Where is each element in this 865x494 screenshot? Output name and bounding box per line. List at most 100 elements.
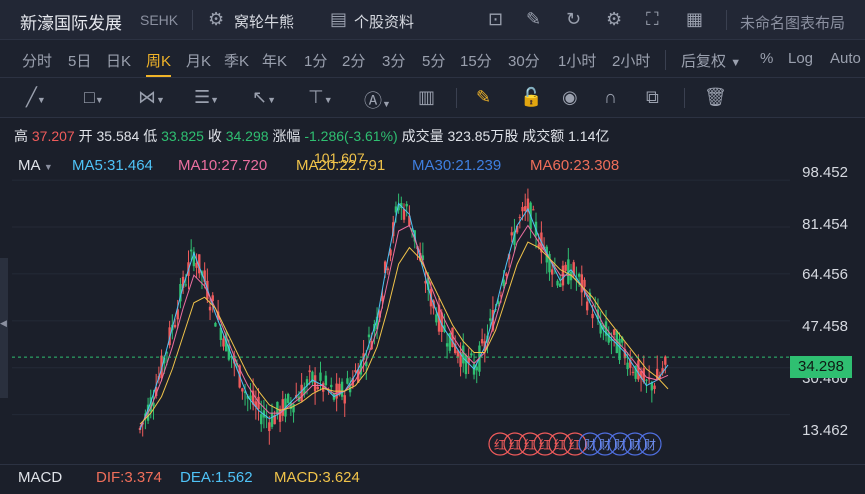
period-tab-4[interactable]: 月K bbox=[186, 50, 211, 71]
period-tab-9[interactable]: 3分 bbox=[382, 50, 405, 71]
company-info-link[interactable]: 个股资料 bbox=[354, 11, 414, 32]
indicator-icon[interactable]: ▥ bbox=[418, 87, 435, 108]
edit-icon[interactable]: ✎ bbox=[526, 9, 541, 30]
period-tab-5[interactable]: 季K bbox=[224, 50, 249, 71]
period-tab-11[interactable]: 15分 bbox=[460, 50, 492, 71]
candle-body bbox=[346, 378, 349, 384]
lock-icon[interactable]: 🔓 bbox=[520, 87, 542, 108]
divider bbox=[726, 10, 727, 30]
candle-body bbox=[585, 301, 589, 311]
macd-label: MACD bbox=[18, 469, 63, 486]
top-bar: 新濠国际发展 SEHK ⚙ 窝轮牛熊 ▤ 个股资料 ⊡ ✎ ↻ ⚙ ⛶ ▦ 未命… bbox=[0, 0, 865, 40]
period-tab-2[interactable]: 日K bbox=[106, 50, 131, 71]
candle-body bbox=[462, 345, 465, 364]
candle-body bbox=[559, 283, 562, 288]
candle-body bbox=[286, 394, 290, 403]
candle-body bbox=[268, 422, 271, 432]
period-tab-14[interactable]: 2小时 bbox=[612, 50, 650, 71]
divider bbox=[684, 88, 685, 108]
log-toggle[interactable]: Log bbox=[788, 50, 813, 67]
current-price-tag: 34.298 bbox=[790, 356, 852, 378]
eye-icon[interactable]: ◉ bbox=[562, 87, 578, 108]
document-icon: ▤ bbox=[330, 9, 348, 29]
candle-body bbox=[300, 384, 303, 402]
text-tool-icon[interactable]: Ⓐ▼ bbox=[364, 87, 391, 113]
candlestick-chart[interactable]: 红红红红红红财财财财财 bbox=[0, 148, 790, 464]
period-tab-10[interactable]: 5分 bbox=[422, 50, 445, 71]
period-tab-1[interactable]: 5日 bbox=[68, 50, 91, 71]
adjust-dropdown[interactable]: 后复权 ▼ bbox=[681, 50, 741, 71]
market-code: SEHK bbox=[140, 12, 179, 28]
dif-value: DIF:3.374 bbox=[96, 469, 162, 486]
period-tab-0[interactable]: 分时 bbox=[22, 50, 52, 71]
chevron-left-icon[interactable]: ◀ bbox=[0, 318, 7, 329]
high-label: 高 bbox=[14, 128, 28, 144]
candle-body bbox=[435, 314, 438, 323]
candle-body bbox=[556, 280, 559, 286]
candle-body bbox=[321, 383, 325, 392]
candle-body bbox=[189, 249, 193, 252]
macd-value: MACD:3.624 bbox=[274, 469, 360, 486]
quote-summary: 高 37.207 开 35.584 低 33.825 收 34.298 涨幅 -… bbox=[14, 126, 609, 146]
refresh-icon[interactable]: ↻ bbox=[566, 9, 581, 30]
pattern-tool-icon[interactable]: ⋈▼ bbox=[138, 87, 165, 108]
open-value: 35.584 bbox=[96, 128, 140, 144]
arrow-tool-icon[interactable]: ↖▼ bbox=[252, 87, 276, 108]
fibonacci-tool-icon[interactable]: ☰▼ bbox=[194, 87, 219, 108]
candle-body bbox=[580, 274, 583, 293]
candle-body bbox=[222, 338, 225, 347]
low-label: 低 bbox=[143, 128, 158, 144]
period-tab-3[interactable]: 周K bbox=[146, 50, 172, 77]
auto-toggle[interactable]: Auto bbox=[830, 50, 861, 67]
candle-body bbox=[402, 209, 406, 220]
period-tab-7[interactable]: 1分 bbox=[304, 50, 327, 71]
candle-body bbox=[324, 375, 328, 386]
period-tab-12[interactable]: 30分 bbox=[508, 50, 540, 71]
copy-icon[interactable]: ⧉ bbox=[646, 87, 659, 108]
drawing-toolbar: ╱▼ □▼ ⋈▼ ☰▼ ↖▼ ⊤▼ Ⓐ▼ ▥ ✎ 🔓 ◉ ∩ ⧉ 🗑 bbox=[0, 78, 865, 118]
brush-icon[interactable]: ✎ bbox=[476, 87, 491, 108]
divider bbox=[456, 88, 457, 108]
candle-body bbox=[480, 339, 484, 344]
candle-body bbox=[518, 217, 522, 219]
candle-body bbox=[607, 332, 610, 343]
candle-body bbox=[276, 401, 279, 415]
warrant-link[interactable]: 窝轮牛熊 bbox=[234, 11, 294, 32]
period-tab-13[interactable]: 1小时 bbox=[558, 50, 596, 71]
close-label: 收 bbox=[207, 128, 222, 144]
candle-body bbox=[626, 362, 629, 370]
magnet-icon[interactable]: ∩ bbox=[604, 87, 617, 108]
candle-body bbox=[260, 414, 263, 425]
y-tick-label: 47.458 bbox=[802, 318, 848, 335]
candle-body bbox=[505, 273, 508, 276]
candle-body bbox=[664, 356, 667, 365]
candle-body bbox=[173, 324, 177, 328]
change-value: -1.286(-3.61%) bbox=[304, 128, 398, 144]
grid-layout-icon[interactable]: ▦ bbox=[686, 9, 703, 30]
candle-body bbox=[319, 372, 322, 381]
stock-name: 新濠国际发展 bbox=[20, 14, 122, 33]
candle-body bbox=[475, 366, 478, 371]
caret-down-icon: ▼ bbox=[730, 57, 742, 69]
measure-tool-icon[interactable]: ⊤▼ bbox=[308, 87, 333, 108]
high-value: 37.207 bbox=[31, 128, 75, 144]
rectangle-tool-icon[interactable]: □▼ bbox=[84, 87, 104, 108]
percent-toggle[interactable]: % bbox=[760, 50, 773, 67]
chart-settings-icon[interactable]: ⊡ bbox=[488, 9, 503, 30]
period-tab-8[interactable]: 2分 bbox=[342, 50, 365, 71]
trash-icon[interactable]: 🗑 bbox=[704, 87, 727, 108]
period-tab-6[interactable]: 年K bbox=[262, 50, 287, 71]
divider bbox=[665, 50, 666, 70]
event-badges: 红红红红红红财财财财财 bbox=[488, 432, 662, 456]
candle-body bbox=[577, 273, 581, 277]
candle-body bbox=[591, 313, 594, 319]
candle-body bbox=[645, 379, 648, 381]
gear-icon[interactable]: ⚙ bbox=[606, 9, 622, 30]
fullscreen-icon[interactable]: ⛶ bbox=[646, 9, 659, 30]
candle-body bbox=[470, 353, 473, 356]
line-tool-icon[interactable]: ╱▼ bbox=[26, 87, 46, 108]
candle-body bbox=[281, 399, 284, 416]
warrant-icon: ⚙ bbox=[208, 9, 225, 29]
adjust-label: 后复权 bbox=[681, 53, 727, 70]
layout-name[interactable]: 未命名图表布局 bbox=[740, 12, 845, 33]
